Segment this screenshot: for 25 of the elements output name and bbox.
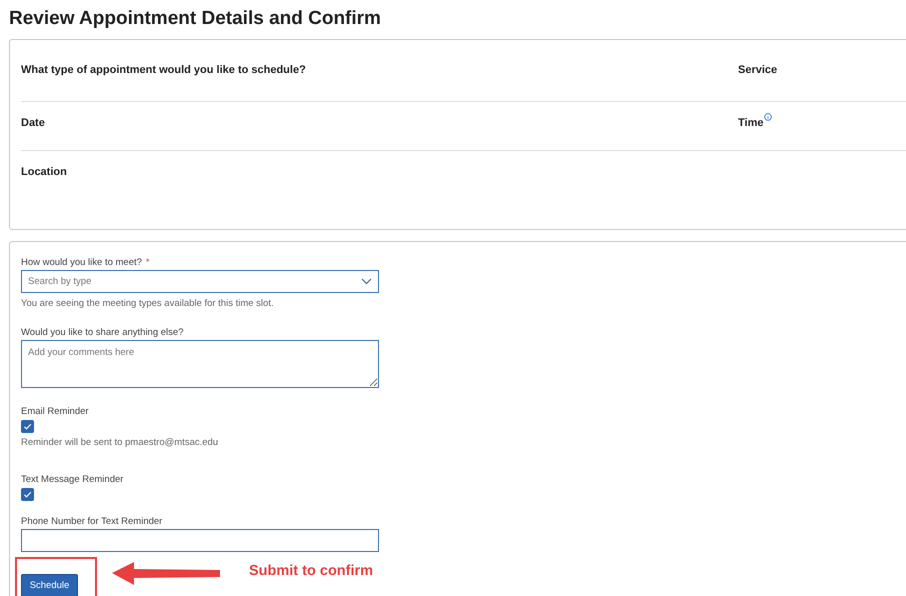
- help-text: You are seeing the meeting types available for this time slot.: [21, 298, 275, 309]
- field-label: How would you like to meet?: [21, 257, 142, 268]
- field-label: Location: [21, 166, 67, 178]
- phone-field[interactable]: [21, 529, 379, 552]
- page-title: Review Appointment Details and Confirm: [9, 8, 382, 30]
- comments-field[interactable]: Add your comments here: [21, 340, 379, 388]
- field-label: Service: [738, 64, 778, 76]
- annotation-text: Submit to confirm: [249, 563, 374, 579]
- checkbox-label: Text Message Reminder: [21, 474, 124, 485]
- field-label: Date: [21, 117, 45, 129]
- checkmark-icon: [22, 421, 33, 432]
- checkmark-icon: [22, 489, 33, 500]
- meeting-type-select[interactable]: Search by type: [21, 270, 379, 293]
- reminder-note: Reminder will be sent to pmaestro@mtsac.edu: [21, 437, 220, 448]
- chevron-down-icon: [361, 278, 372, 285]
- field-label: Would you like to share anything else?: [21, 327, 184, 338]
- field-label: What type of appointment would you like to schedule?: [21, 64, 306, 76]
- required-mark: *: [146, 257, 150, 268]
- checkbox[interactable]: [21, 488, 34, 501]
- info-icon[interactable]: [764, 113, 772, 121]
- schedule-button[interactable]: Schedule: [21, 574, 78, 596]
- field-label: Phone Number for Text Reminder: [21, 516, 164, 527]
- checkbox[interactable]: [21, 420, 34, 433]
- field-label: Time: [738, 117, 764, 129]
- checkbox-label: Email Reminder: [21, 406, 90, 417]
